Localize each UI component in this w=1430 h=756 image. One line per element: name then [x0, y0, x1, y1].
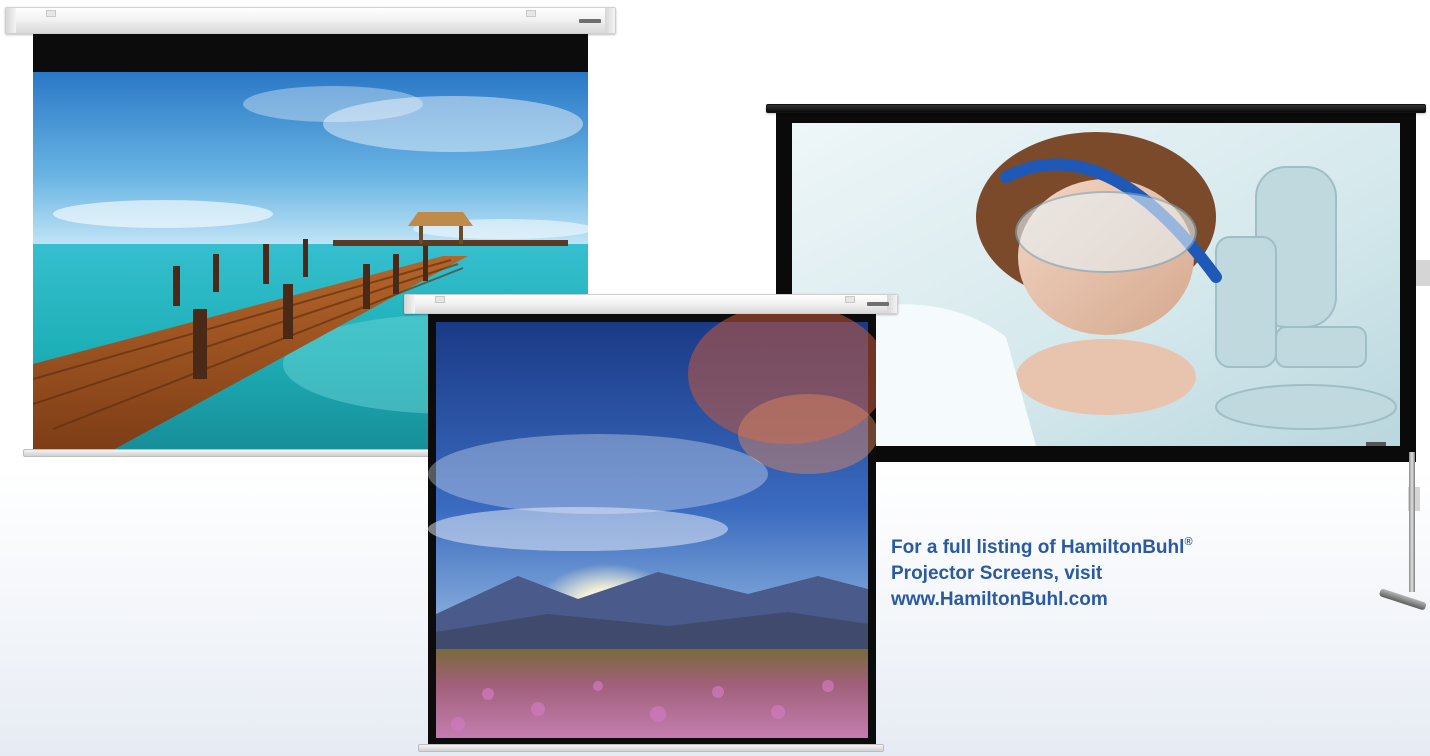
screen-housing-top — [5, 7, 616, 34]
housing-slot — [526, 10, 536, 17]
stand-side-tab — [1416, 260, 1430, 286]
website-link[interactable]: www.HamiltonBuhl.com — [891, 587, 1211, 613]
screen-housing-top — [404, 294, 898, 314]
hamiltonbuhl-caption: For a full listing of HamiltonBuhl® Proj… — [891, 535, 1211, 613]
housing-slot — [845, 296, 855, 303]
screen-stand-pole — [1409, 452, 1415, 592]
brand-logo — [579, 19, 601, 23]
housing-slot — [435, 296, 445, 303]
registered-mark: ® — [1184, 536, 1193, 548]
caption-line-2: Projector Screens, visit — [891, 563, 1103, 584]
screen-stand-foot — [1378, 588, 1427, 611]
mountain-screen-image — [428, 314, 876, 746]
caption-line-1: For a full listing of HamiltonBuhl® — [891, 535, 1211, 561]
brand-logo — [867, 302, 889, 306]
caption-line-1-text: For a full listing of HamiltonBuhl — [891, 537, 1185, 558]
screen-bottom-bar — [418, 744, 884, 752]
housing-slot — [46, 10, 56, 17]
portable-frame-top-bar — [766, 104, 1426, 113]
